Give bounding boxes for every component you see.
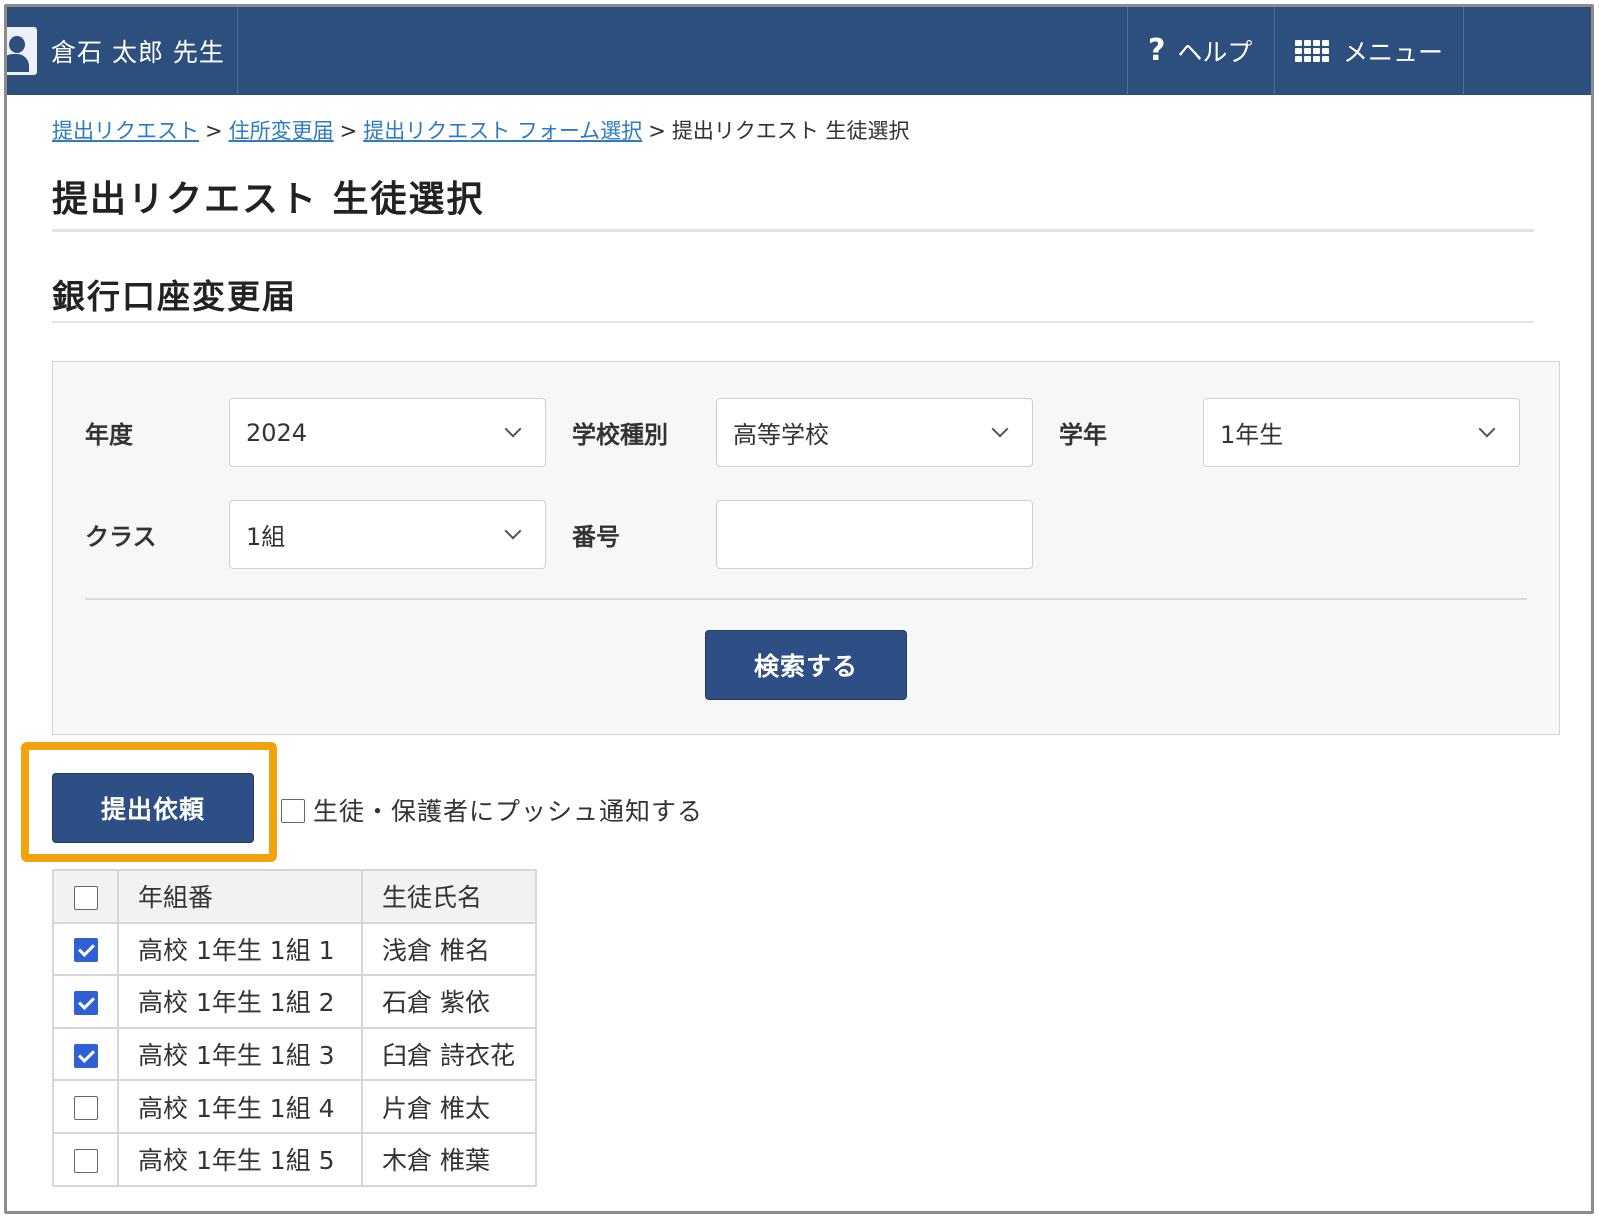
table-row: 高校 1年生 1組 1 浅倉 椎名 [52, 921, 537, 977]
row-checkbox-cell [52, 974, 119, 1029]
year-select[interactable]: 2024 [229, 398, 546, 467]
search-panel: 年度 2024 学校種別 高等学校 学年 1年生 クラス 1組 番号 検索する [52, 361, 1560, 735]
submit-request-button[interactable]: 提出依頼 [52, 773, 254, 843]
student-name-cell: 臼倉 詩衣花 [361, 1026, 537, 1082]
student-class-cell: 高校 1年生 1組 5 [117, 1131, 363, 1187]
grade-select-value: 1年生 [1220, 421, 1284, 449]
panel-divider [85, 598, 1527, 600]
number-input[interactable] [716, 500, 1033, 569]
user-menu[interactable]: 倉石 太郎 先生 [7, 7, 238, 95]
grade-select[interactable]: 1年生 [1203, 398, 1520, 467]
row-checkbox-cell [52, 1026, 119, 1082]
breadcrumb-current: 提出リクエスト 生徒選択 [671, 119, 910, 143]
school-type-select-value: 高等学校 [733, 421, 829, 449]
breadcrumb-separator: > [339, 119, 358, 143]
chevron-down-icon [504, 420, 522, 438]
menu-button[interactable]: メニュー [1274, 7, 1464, 95]
breadcrumb: 提出リクエスト > 住所変更届 > 提出リクエスト フォーム選択 > 提出リクエスト 生徒選… [52, 115, 910, 145]
breadcrumb-separator: > [205, 119, 223, 143]
column-header-class: 年組番 [117, 869, 363, 924]
row-checkbox[interactable] [73, 1148, 98, 1173]
page-title: 提出リクエスト 生徒選択 [52, 170, 1534, 232]
year-label: 年度 [85, 421, 133, 449]
row-checkbox[interactable] [73, 1096, 98, 1121]
push-notification-checkbox[interactable] [281, 799, 305, 823]
student-class-cell: 高校 1年生 1組 2 [117, 974, 363, 1029]
grade-label: 学年 [1059, 421, 1107, 449]
avatar-icon [7, 27, 37, 75]
student-class-cell: 高校 1年生 1組 1 [117, 921, 363, 977]
grid-menu-icon [1295, 40, 1329, 62]
student-class-cell: 高校 1年生 1組 4 [117, 1079, 363, 1134]
help-label: ヘルプ [1177, 38, 1253, 67]
table-row: 高校 1年生 1組 4 片倉 椎太 [52, 1079, 537, 1134]
app-window: 倉石 太郎 先生 ? ヘルプ メニュー 提出リクエスト > 住所変更届 > 提出リクエス… [4, 4, 1594, 1214]
student-name-cell: 片倉 椎太 [361, 1079, 537, 1134]
class-select[interactable]: 1組 [229, 500, 546, 569]
top-bar: 倉石 太郎 先生 ? ヘルプ メニュー [7, 7, 1591, 95]
row-checkbox-cell [52, 1079, 119, 1134]
table-row: 高校 1年生 1組 2 石倉 紫依 [52, 974, 537, 1029]
breadcrumb-link-form[interactable]: 住所変更届 [229, 119, 334, 143]
row-checkbox[interactable] [73, 938, 98, 963]
row-checkbox-cell [52, 921, 119, 977]
menu-label: メニュー [1343, 38, 1444, 67]
help-button[interactable]: ? ヘルプ [1127, 7, 1274, 95]
class-label: クラス [85, 523, 157, 551]
chevron-down-icon [1478, 420, 1496, 438]
chevron-down-icon [504, 522, 522, 540]
student-name-cell: 木倉 椎葉 [361, 1131, 537, 1187]
select-all-checkbox[interactable] [73, 885, 98, 910]
search-button[interactable]: 検索する [705, 630, 907, 700]
student-table: 年組番 生徒氏名 高校 1年生 1組 1 浅倉 椎名 高校 1年生 1組 2 石倉 紫… [52, 869, 537, 1187]
table-row: 高校 1年生 1組 3 臼倉 詩衣花 [52, 1026, 537, 1082]
breadcrumb-separator: > [648, 119, 666, 143]
push-notification-label[interactable]: 生徒・保護者にプッシュ通知する [313, 792, 703, 828]
question-icon: ? [1148, 33, 1166, 68]
number-label: 番号 [572, 523, 620, 551]
row-checkbox[interactable] [73, 990, 98, 1015]
breadcrumb-link-form-select[interactable]: 提出リクエスト フォーム選択 [363, 119, 642, 143]
chevron-down-icon [991, 420, 1009, 438]
school-type-select[interactable]: 高等学校 [716, 398, 1033, 467]
year-select-value: 2024 [246, 418, 308, 447]
row-checkbox[interactable] [73, 1043, 98, 1068]
student-name-cell: 浅倉 椎名 [361, 921, 537, 977]
select-all-cell [52, 869, 119, 924]
table-row: 高校 1年生 1組 5 木倉 椎葉 [52, 1131, 537, 1187]
breadcrumb-link-request[interactable]: 提出リクエスト [52, 119, 199, 143]
form-title: 銀行口座変更届 [52, 270, 1534, 323]
user-name: 倉石 太郎 先生 [51, 38, 225, 67]
row-checkbox-cell [52, 1131, 119, 1187]
student-name-cell: 石倉 紫依 [361, 974, 537, 1029]
column-header-name: 生徒氏名 [361, 869, 537, 924]
student-class-cell: 高校 1年生 1組 3 [117, 1026, 363, 1082]
school-type-label: 学校種別 [572, 421, 668, 449]
table-header-row: 年組番 生徒氏名 [52, 869, 537, 924]
class-select-value: 1組 [246, 523, 286, 551]
